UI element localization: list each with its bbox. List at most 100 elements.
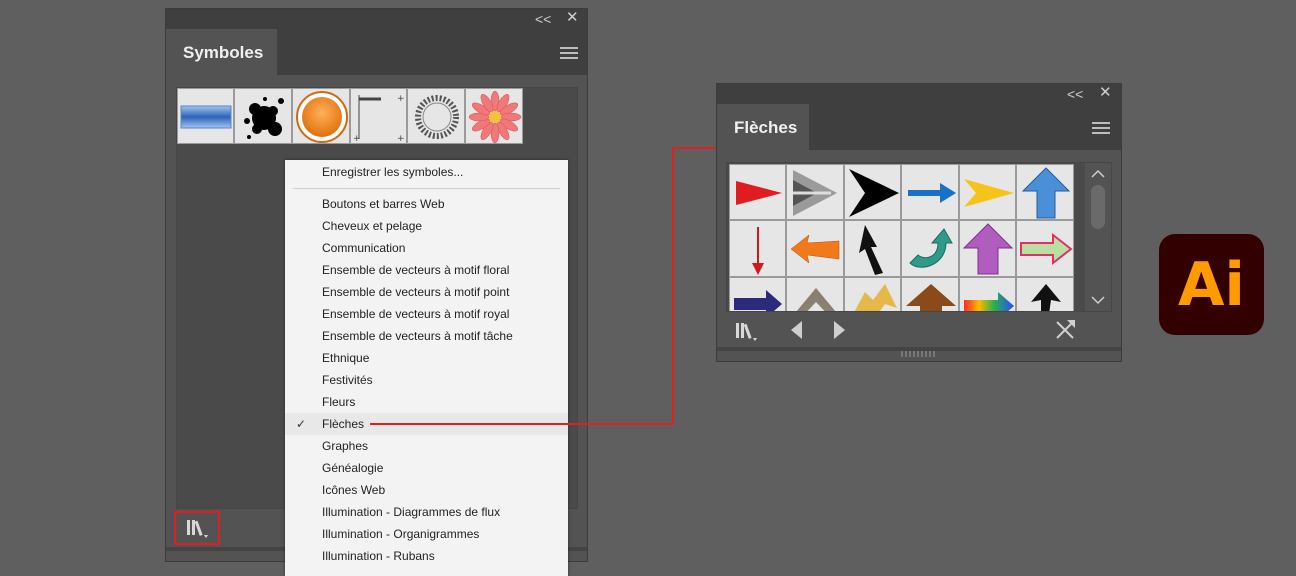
symbols-tab-row: Symboles [166,29,587,75]
rainbow-arrow-icon [964,292,1014,311]
black-dart-arrow-icon [849,169,899,217]
red-down-arrow-icon [752,227,764,275]
resize-grip-icon[interactable] [901,351,937,357]
arrow-symbol-black-cursor[interactable] [844,220,901,277]
arrows-panel: << ✕ Flèches [716,83,1122,362]
arrows-well [726,162,1112,312]
arrow-symbol-yellow[interactable] [959,164,1016,220]
menu-item-library[interactable]: Festivités [285,369,568,391]
orange-curved-arrow-icon [790,234,840,264]
menu-item-save-symbols[interactable]: Enregistrer les symboles... [285,161,568,183]
purple-up-arrow-icon [962,223,1014,275]
checkmark-icon: ✓ [296,417,307,431]
green-u-turn-arrow-icon [909,228,953,268]
arrow-symbol-navy[interactable] [729,277,786,311]
menu-item-library-checked[interactable]: ✓ Flèches [285,413,568,435]
orange-circle-icon [296,91,348,143]
brown-up-arrow-icon [906,284,956,311]
menu-item-library[interactable]: Boutons et barres Web [285,193,568,215]
menu-item-library[interactable]: Ensemble de vecteurs à motif point [285,281,568,303]
scrollbar-arrows-icon [1091,169,1105,305]
arrow-symbol-rainbow[interactable] [959,277,1016,311]
crop-marks-icon: + + + [353,94,405,144]
panel-menu-icon[interactable] [560,47,578,59]
arrow-symbol-green-u-turn[interactable] [901,220,959,277]
close-icon[interactable]: ✕ [566,10,579,25]
illustrator-app-icon: Ai [1159,234,1264,335]
menu-item-library[interactable]: Graphes [285,435,568,457]
menu-item-library[interactable]: Généalogie [285,457,568,479]
menu-separator [293,188,560,189]
menu-item-library[interactable]: Ethnique [285,347,568,369]
library-books-icon [187,520,208,538]
plaid-arrow-icon [793,170,837,216]
symbol-thumbnail-web-button[interactable] [177,88,234,144]
collapse-icon[interactable]: << [1067,87,1083,101]
arrow-symbol-red-pennant[interactable] [729,164,786,220]
red-pennant-arrow-icon [736,181,782,205]
arrows-scrollbar[interactable] [1085,163,1111,311]
library-books-icon [736,323,757,341]
menu-item-library[interactable]: Ensemble de vecteurs à motif floral [285,259,568,281]
ink-splat-icon [244,97,284,139]
tab-arrows[interactable]: Flèches [717,104,809,150]
menu-item-library[interactable]: Ensemble de vecteurs à motif royal [285,303,568,325]
black-up-arrow-icon [1031,284,1061,311]
previous-library-button[interactable] [787,318,807,342]
arrow-symbol-gold-burst[interactable] [844,277,901,311]
arrow-symbol-black-up[interactable] [1016,277,1074,311]
arrow-symbol-black-dart[interactable] [844,164,901,220]
collapse-icon[interactable]: << [535,12,551,26]
tab-symbols[interactable]: Symboles [166,29,277,75]
symbol-thumbnail-orange-button[interactable] [292,88,350,144]
app-icon-label: Ai [1177,249,1245,320]
arrow-symbol-blue-up[interactable] [1016,164,1074,220]
svg-text:+: + [353,134,361,144]
symbol-library-menu: Enregistrer les symboles... Boutons et b… [285,160,568,576]
svg-text:+: + [397,94,405,104]
brush-cross-icon [1056,320,1075,339]
symbol-tool-button[interactable] [1053,318,1077,342]
black-cursor-arrow-icon [859,225,883,275]
panel-menu-icon[interactable] [1092,122,1110,134]
menu-item-library[interactable]: Communication [285,237,568,259]
next-library-button[interactable] [829,318,849,342]
arrows-library-button[interactable] [731,316,765,346]
arrow-symbol-plaid[interactable] [786,164,844,220]
arrow-symbol-red-down[interactable] [729,220,786,277]
menu-item-library[interactable]: Illumination - Organigrammes [285,523,568,545]
menu-item-library[interactable]: Illumination - Rubans [285,545,568,567]
symbol-libraries-button[interactable] [174,511,220,545]
arrow-symbol-purple-up[interactable] [959,220,1016,277]
menu-item-label: Flèches [322,417,365,431]
triangle-right-icon [834,321,845,339]
symbol-thumbnail-wreath[interactable] [407,88,465,144]
menu-item-library[interactable]: Icônes Web [285,479,568,501]
blue-line-arrow-icon [908,183,956,203]
navy-arrow-icon [734,290,782,311]
arrow-symbol-blue-line[interactable] [901,164,959,220]
symbol-thumbnail-flower[interactable] [465,88,523,144]
arrows-panel-titlebar[interactable]: << ✕ [717,84,1121,104]
arrow-symbol-orange-curve[interactable] [786,220,844,277]
gray-chevron-arrow-icon [796,288,836,311]
arrow-symbol-gray-chevron[interactable] [786,277,844,311]
symbols-panel-titlebar[interactable]: << ✕ [166,9,587,29]
arrows-tab-row: Flèches [717,104,1121,150]
arrow-symbol-brown-up[interactable] [901,277,959,311]
svg-text:+: + [397,134,405,144]
symbol-thumbnail-ink-splat[interactable] [234,88,292,144]
symbol-thumbnail-crop-marks[interactable]: + + + [350,88,407,144]
menu-item-library[interactable]: Fleurs [285,391,568,413]
menu-item-library[interactable]: Illumination - Diagrammes de flux [285,501,568,523]
menu-item-library[interactable]: Ensemble de vecteurs à motif tâche [285,325,568,347]
close-icon[interactable]: ✕ [1099,85,1112,100]
arrow-symbol-pink-outline[interactable] [1016,220,1074,277]
blue-bar-icon [180,105,232,129]
blue-up-arrow-icon [1021,167,1071,219]
gerbera-flower-icon [468,90,522,143]
wreath-icon [415,95,459,139]
pink-outline-arrow-icon [1020,232,1073,266]
menu-item-library[interactable]: Cheveux et pelage [285,215,568,237]
gold-burst-arrow-icon [854,284,897,311]
